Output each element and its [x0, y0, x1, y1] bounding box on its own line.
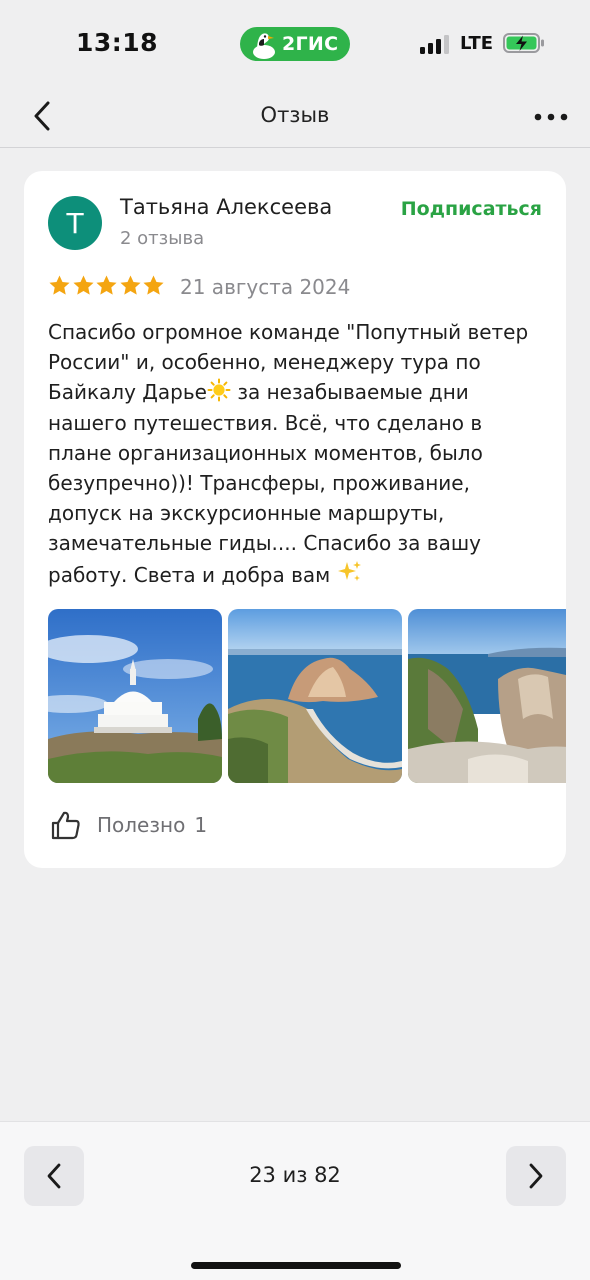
sparkles-emoji [337, 560, 361, 581]
star-icon [96, 275, 117, 295]
review-photo[interactable] [228, 609, 402, 783]
author-name[interactable]: Татьяна Алексеева [120, 195, 332, 219]
review-text-part-2: за незабываемые дни нашего путешествия. … [48, 380, 483, 587]
app-return-pill[interactable]: 2ГИС [240, 27, 350, 61]
signal-icon [420, 35, 449, 54]
top-nav-bar: Отзыв [0, 88, 590, 148]
star-icon [119, 275, 141, 295]
status-bar: 13:18 2ГИС LTE [0, 0, 590, 88]
goose-logo-icon [253, 33, 275, 59]
pagination-counter: 23 из 82 [249, 1163, 341, 1187]
cliffs-photo [408, 609, 566, 783]
review-photo[interactable] [48, 609, 222, 783]
review-date: 21 августа 2024 [180, 275, 351, 299]
bottom-pagination-bar: 23 из 82 [0, 1121, 590, 1280]
review-text: Спасибо огромное команде "Попутный ветер… [48, 317, 548, 590]
helpful-button[interactable]: Полезно 1 [50, 808, 207, 842]
app-badge-label: 2ГИС [282, 33, 339, 55]
more-options-button[interactable] [528, 100, 574, 134]
status-time: 13:18 [76, 28, 159, 57]
cape-photo [228, 609, 402, 783]
chevron-right-icon [529, 1163, 543, 1189]
sun-emoji [207, 378, 231, 402]
star-icon [72, 275, 94, 295]
thumbs-up-icon [51, 811, 80, 840]
helpful-count: 1 [194, 813, 208, 837]
battery-charging-icon [503, 33, 544, 53]
star-icon [49, 275, 70, 295]
rating-stars [48, 274, 166, 298]
review-photo[interactable] [408, 609, 566, 783]
star-icon [143, 275, 164, 295]
page-title: Отзыв [260, 103, 330, 127]
subscribe-button[interactable]: Подписаться [401, 198, 542, 220]
more-horizontal-icon [534, 113, 568, 121]
avatar[interactable]: Т [48, 196, 102, 250]
stupa-photo [48, 609, 222, 783]
network-type: LTE [460, 33, 494, 54]
home-indicator[interactable] [191, 1262, 401, 1269]
review-photos[interactable] [48, 609, 566, 783]
next-review-button[interactable] [506, 1146, 566, 1206]
helpful-label: Полезно [97, 813, 186, 837]
author-reviews-count: 2 отзыва [120, 228, 205, 249]
review-card: Т Татьяна Алексеева 2 отзыва Подписаться… [24, 171, 566, 868]
